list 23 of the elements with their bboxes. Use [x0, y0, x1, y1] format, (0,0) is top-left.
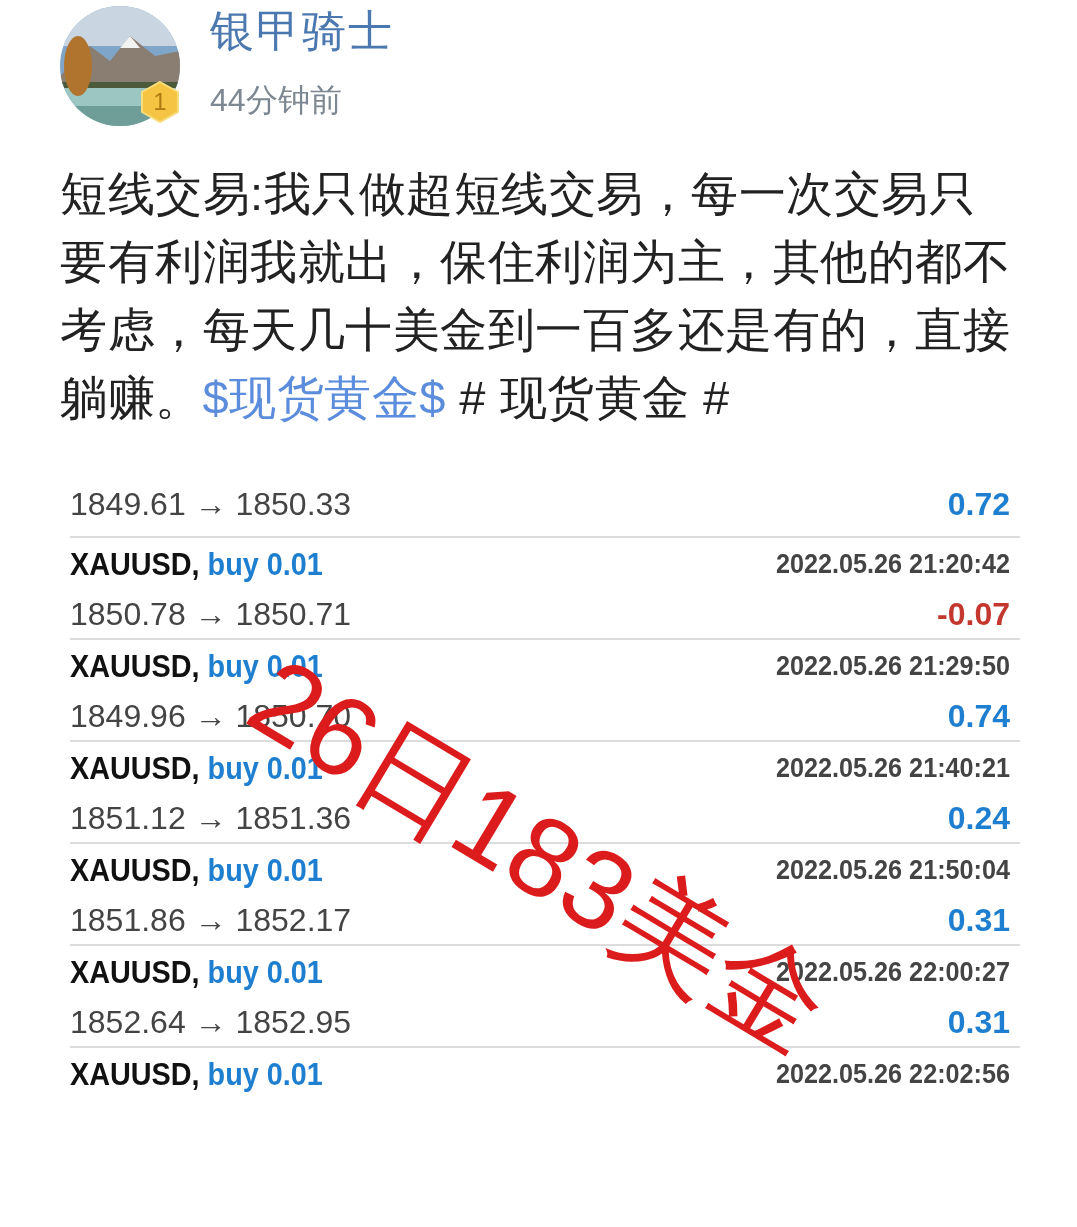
trade-profit: 0.74: [947, 697, 1010, 735]
stock-link[interactable]: $现货黄金$: [202, 371, 446, 424]
trade-prices: 1850.78 → 1850.71: [70, 595, 353, 633]
trade-prices: 1852.64 → 1852.95: [70, 1003, 353, 1041]
trade-prices: 1849.61 → 1850.33: [70, 485, 353, 523]
post-time: 44分钟前: [210, 80, 343, 120]
topic-link[interactable]: # 现货黄金 #: [459, 371, 730, 424]
trade-time: 2022.05.26 21:40:21: [776, 752, 1010, 784]
trade-time: 2022.05.26 21:29:50: [776, 650, 1010, 682]
trade-profit: 0.31: [947, 1003, 1010, 1041]
trade-symbol: XAUUSD, buy 0.01: [70, 953, 324, 991]
author-name[interactable]: 银甲骑士: [210, 1, 394, 61]
post-text: 短线交易:我只做超短线交易，每一次交易只要有利润我就出，保住利润为主，其他的都不考虑，每天几十美金到一百多还是有的，直接躺赚。$现货黄金$ # 现货黄金 #: [60, 166, 1011, 426]
trade-time: 2022.05.26 22:02:56: [776, 1058, 1010, 1090]
trade-time: 2022.05.26 21:20:42: [776, 548, 1010, 580]
trade-profit: 0.31: [947, 901, 1010, 939]
trade-symbol: XAUUSD, buy 0.01: [70, 1055, 324, 1093]
trade-profit: 0.24: [947, 799, 1010, 837]
trade-symbol: XAUUSD, buy 0.01: [70, 545, 324, 583]
trade-profit: -0.07: [937, 595, 1010, 633]
trade-profit: 0.72: [947, 485, 1010, 523]
trade-time: 2022.05.26 21:50:04: [776, 854, 1010, 886]
level-badge: 1: [138, 80, 182, 124]
